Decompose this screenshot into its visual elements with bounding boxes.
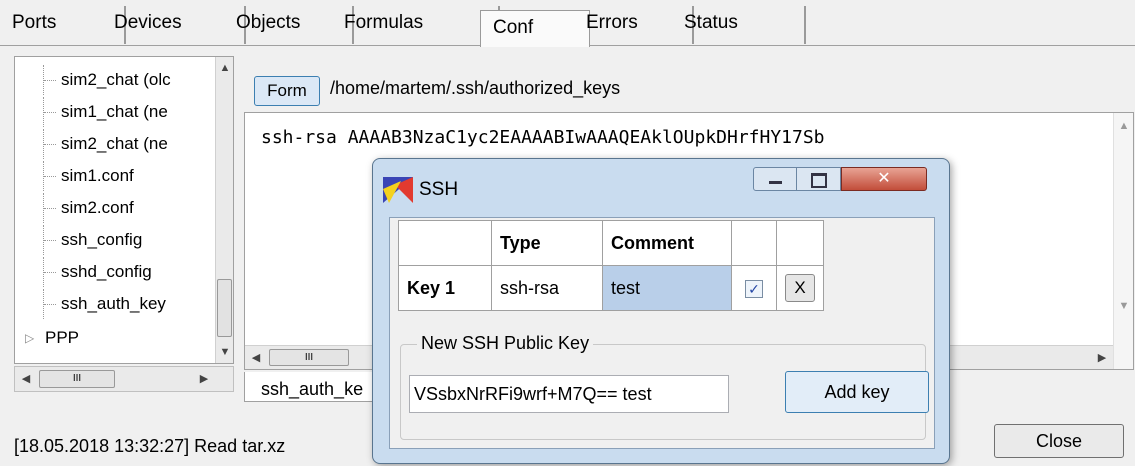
status-message: [18.05.2018 13:32:27] Read tar.xz [14,436,286,456]
tab-status[interactable]: Status [672,6,806,44]
editor-vertical-scrollbar[interactable]: ▲ ▼ [1113,113,1133,369]
dialog-close-button[interactable]: ✕ [841,167,927,191]
maximize-icon [811,173,827,188]
file-tree[interactable]: sim2_chat (olc sim1_chat (ne sim2_chat (… [14,56,234,364]
scroll-thumb[interactable]: III [39,370,115,388]
table-header-cell: Comment [602,220,732,266]
scroll-left-icon[interactable]: ◀ [17,370,35,388]
close-icon: ✕ [877,170,891,187]
dialog-title: SSH [419,179,459,200]
maximize-button[interactable] [797,167,841,191]
ssh-dialog: SSH ✕ Type Comment Key 1 ssh-rsa test ✓ [372,158,950,464]
table-header-cell: Type [491,220,603,266]
scroll-right-icon[interactable]: ▶ [195,370,213,388]
table-header-cell [776,220,824,266]
scroll-thumb[interactable]: III [269,349,349,366]
add-key-button[interactable]: Add key [785,371,929,413]
scroll-up-icon[interactable]: ▲ [1115,117,1133,135]
form-button[interactable]: Form [254,76,320,106]
remove-key-button[interactable]: X [785,274,815,302]
scroll-down-icon[interactable]: ▼ [1115,297,1133,315]
main-tab-bar: Ports Devices Objects Formulas Conf Erro… [0,0,1135,47]
dialog-body: Type Comment Key 1 ssh-rsa test ✓ X New … [389,217,935,449]
subtab-ssh-auth-keys[interactable]: ssh_auth_ke [244,372,374,402]
ssh-keys-table: Type Comment Key 1 ssh-rsa test ✓ X [398,220,824,311]
file-path: /home/martem/.ssh/authorized_keys [330,78,621,98]
table-cell: ✓ [731,265,777,311]
editor-content[interactable]: ssh-rsa AAAAB3NzaC1yc2EAAAABIwAAAQEAklOU… [261,127,825,148]
table-cell[interactable]: ssh-rsa [491,265,603,311]
tree-vertical-scrollbar[interactable]: ▲ ▼ [215,57,233,363]
minimize-button[interactable] [753,167,797,191]
scroll-right-icon[interactable]: ▶ [1093,349,1111,367]
close-button[interactable]: Close [994,424,1124,458]
table-header-cell [398,220,492,266]
new-key-group: New SSH Public Key VSsbxNrRFi9wrf+M7Q== … [400,333,929,440]
group-label: New SSH Public Key [417,333,594,354]
app-logo-icon [383,177,413,203]
table-cell-selected[interactable]: test [602,265,732,311]
scroll-up-icon[interactable]: ▲ [216,59,234,77]
scroll-down-icon[interactable]: ▼ [216,343,234,361]
tab-formulas[interactable]: Formulas [332,6,500,44]
table-header-row: Type Comment [398,220,824,266]
scroll-left-icon[interactable]: ◀ [247,349,265,367]
table-header-cell [731,220,777,266]
minimize-icon [769,181,782,184]
table-cell: X [776,265,824,311]
scroll-thumb[interactable] [217,279,232,337]
expand-arrow-icon[interactable]: ▷ [25,323,34,353]
row-header: Key 1 [398,265,492,311]
table-row: Key 1 ssh-rsa test ✓ X [398,265,824,311]
new-key-input[interactable]: VSsbxNrRFi9wrf+M7Q== test [409,375,729,413]
enabled-checkbox[interactable]: ✓ [745,279,763,298]
tree-horizontal-scrollbar[interactable]: ◀ III ▶ [14,366,234,392]
